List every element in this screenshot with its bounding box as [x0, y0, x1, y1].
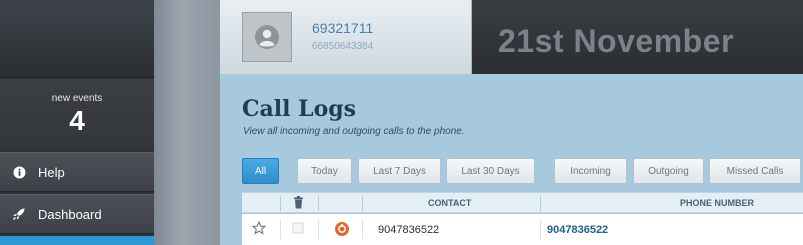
page-subtitle: View all incoming and outgoing calls to …	[243, 126, 465, 137]
column-divider	[318, 196, 319, 211]
filter-missed-calls-button[interactable]: Missed Calls	[709, 158, 801, 184]
column-divider	[362, 220, 363, 239]
new-events-count: 4	[69, 105, 85, 136]
page-title: Call Logs	[242, 96, 357, 122]
filter-incoming-button[interactable]: Incoming	[554, 158, 627, 184]
filter-last-7-days-button[interactable]: Last 7 Days	[358, 158, 441, 184]
contact-cell: 9047836522	[378, 224, 440, 236]
new-events-panel[interactable]: new events 4	[0, 79, 154, 149]
trash-icon[interactable]	[293, 196, 304, 211]
info-icon	[12, 165, 26, 179]
table-row[interactable]: 9047836522 9047836522	[242, 214, 803, 245]
row-select-checkbox[interactable]	[292, 222, 304, 237]
column-divider	[362, 196, 363, 211]
device-profile: 69321711 66850643384	[220, 0, 472, 74]
sidebar-item-active[interactable]	[0, 236, 154, 245]
filter-bar: All Today Last 7 Days Last 30 Days Incom…	[242, 158, 803, 188]
column-divider	[318, 220, 319, 239]
sidebar-item-label: Dashboard	[38, 206, 102, 222]
sidebar-item-dashboard[interactable]: Dashboard	[0, 194, 154, 234]
sidebar-header	[0, 0, 154, 78]
sidebar-item-label: Help	[38, 164, 65, 180]
new-events-label: new events	[51, 93, 103, 104]
phone-number-column-header[interactable]: PHONE NUMBER	[680, 198, 754, 208]
sidebar-item-help[interactable]: Help	[0, 152, 154, 192]
star-icon[interactable]	[251, 220, 267, 238]
date-banner: 21st November	[472, 0, 803, 74]
profile-number: 66850643384	[312, 41, 374, 52]
column-divider	[280, 196, 281, 211]
user-avatar-icon	[242, 12, 292, 62]
table-header: CONTACT PHONE NUMBER	[242, 192, 803, 213]
current-date: 21st November	[498, 23, 734, 59]
phone-number-link[interactable]: 9047836522	[547, 224, 608, 236]
filter-today-button[interactable]: Today	[297, 158, 352, 184]
column-divider	[280, 220, 281, 239]
contact-column-header[interactable]: CONTACT	[428, 198, 471, 208]
main-content: Call Logs View all incoming and outgoing…	[220, 74, 803, 245]
filter-outgoing-button[interactable]: Outgoing	[633, 158, 704, 184]
rocket-icon	[12, 207, 26, 221]
sidebar: new events 4 Help Dashboard	[0, 0, 154, 245]
column-divider	[540, 220, 541, 239]
call-type-icon	[334, 221, 350, 240]
profile-name: 69321711	[312, 20, 374, 36]
column-divider	[540, 196, 541, 211]
filter-last-30-days-button[interactable]: Last 30 Days	[446, 158, 535, 184]
filter-all-button[interactable]: All	[242, 158, 279, 184]
sidebar-gutter	[154, 0, 220, 245]
